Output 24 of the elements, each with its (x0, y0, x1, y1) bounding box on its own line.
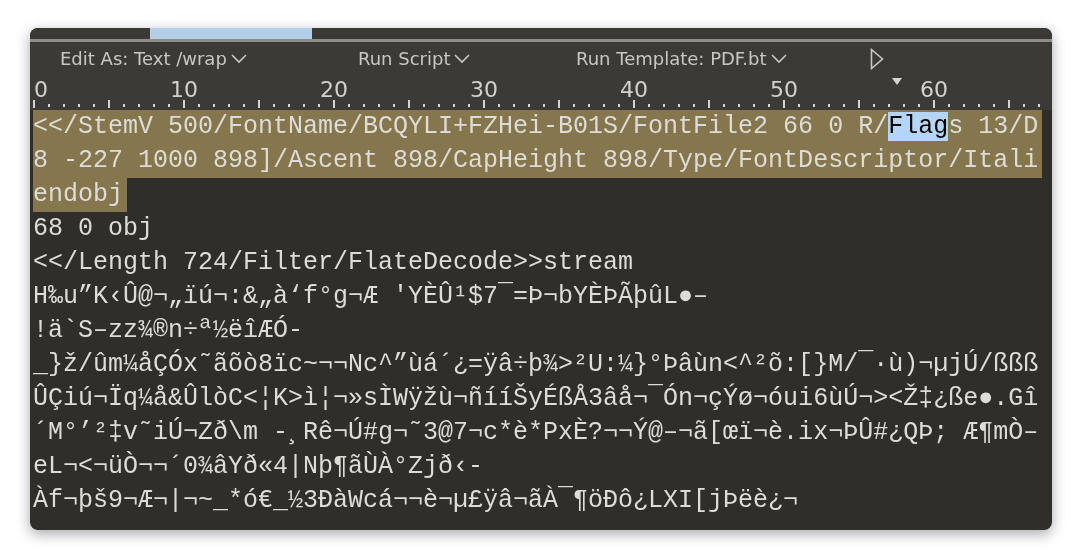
ruler-number: 10 (170, 77, 198, 103)
toolbar-dropdown[interactable]: Run Script (358, 48, 471, 69)
ruler-number: 60 (920, 77, 948, 103)
code-line: H‰u”K‹Û@¬„ïú¬:&„à‘f°g¬Æ 'YÈÛ¹$7¯=Þ¬bYÈÞÃþûL●– (33, 280, 710, 313)
code-line: <</Length 724/Filter/FlateDecode>>stream (33, 247, 635, 279)
chevron-down-icon (454, 53, 471, 64)
chevron-down-icon (770, 53, 787, 64)
code-line: 68 0 obj (33, 213, 155, 245)
ruler-number: 20 (320, 77, 348, 103)
code-line: Àf¬þš9¬Æ¬|¬~_*ó€_½3ÐàWcá¬¬è¬µ£ÿâ¬ãÀ¯¶öÐô¿LXI[jÞëè¿¬ (33, 484, 800, 517)
code-line: ÛÇiú¬Ïq¼å&ÛlòC<¦K>ì¦¬»sÌWÿžù¬ñííŠyÉßÅ3âå¬¯Ón¬çÝø¬óui6ùÚ¬><Ž‡¿ße●.Gî (33, 382, 1040, 415)
play-icon[interactable] (870, 47, 884, 70)
ruler-number: 40 (620, 77, 648, 103)
ruler-number: 50 (770, 77, 798, 103)
code-line: !ä`S–zz¾®n÷ª½ëîÆÓ- (33, 314, 305, 347)
ruler-number: 0 (34, 77, 48, 103)
ruler-number: 30 (470, 77, 498, 103)
caret-icon[interactable] (892, 78, 902, 85)
chevron-down-icon (230, 53, 247, 64)
toolbar-dropdown[interactable]: Edit As: Text /wrap (60, 48, 247, 69)
code-line: ´M°’²‡v˜iÚ¬Zð\m -¸Rê¬Ú#g¬˜3@7¬c*è*PxÈ?¬¬Ý@–¬ã[œï¬è.ix¬ÞÛ#¿QÞ; Æ¶mÒ– (33, 416, 1040, 449)
toolbar-dropdown[interactable]: Run Template: PDF.bt (576, 48, 787, 69)
code-line: eL¬<¬üÒ¬¬´0¾âYð«4|Nþ¶ãÙÀ°Zjð‹- (33, 450, 485, 483)
code-line: _}ž/ûm¼åÇÓx˜ãõò8ïc~¬¬Nc^”ùá´¿=ÿâ÷þ¾>²U:¼}°Þâùn<^²õ:[}M/¯·ù)¬µjÚ/ßßß (33, 348, 1040, 381)
